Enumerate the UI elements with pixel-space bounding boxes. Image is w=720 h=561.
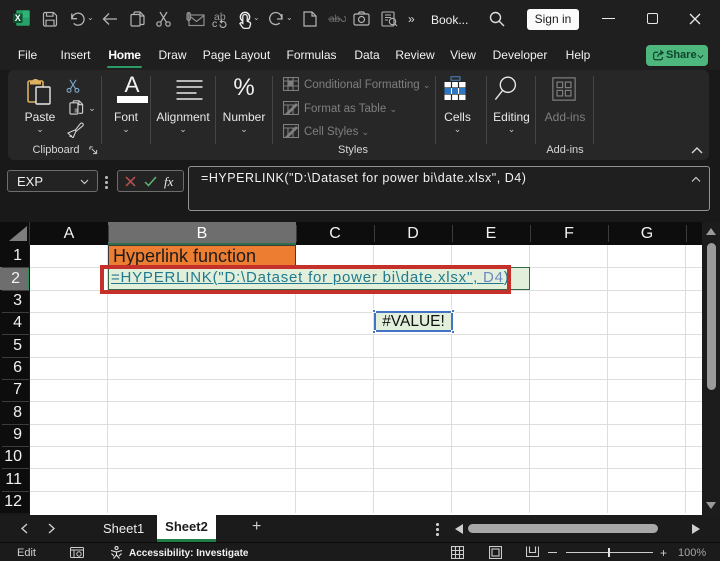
svg-text:c: c (212, 18, 217, 28)
svg-text:X: X (15, 13, 21, 23)
